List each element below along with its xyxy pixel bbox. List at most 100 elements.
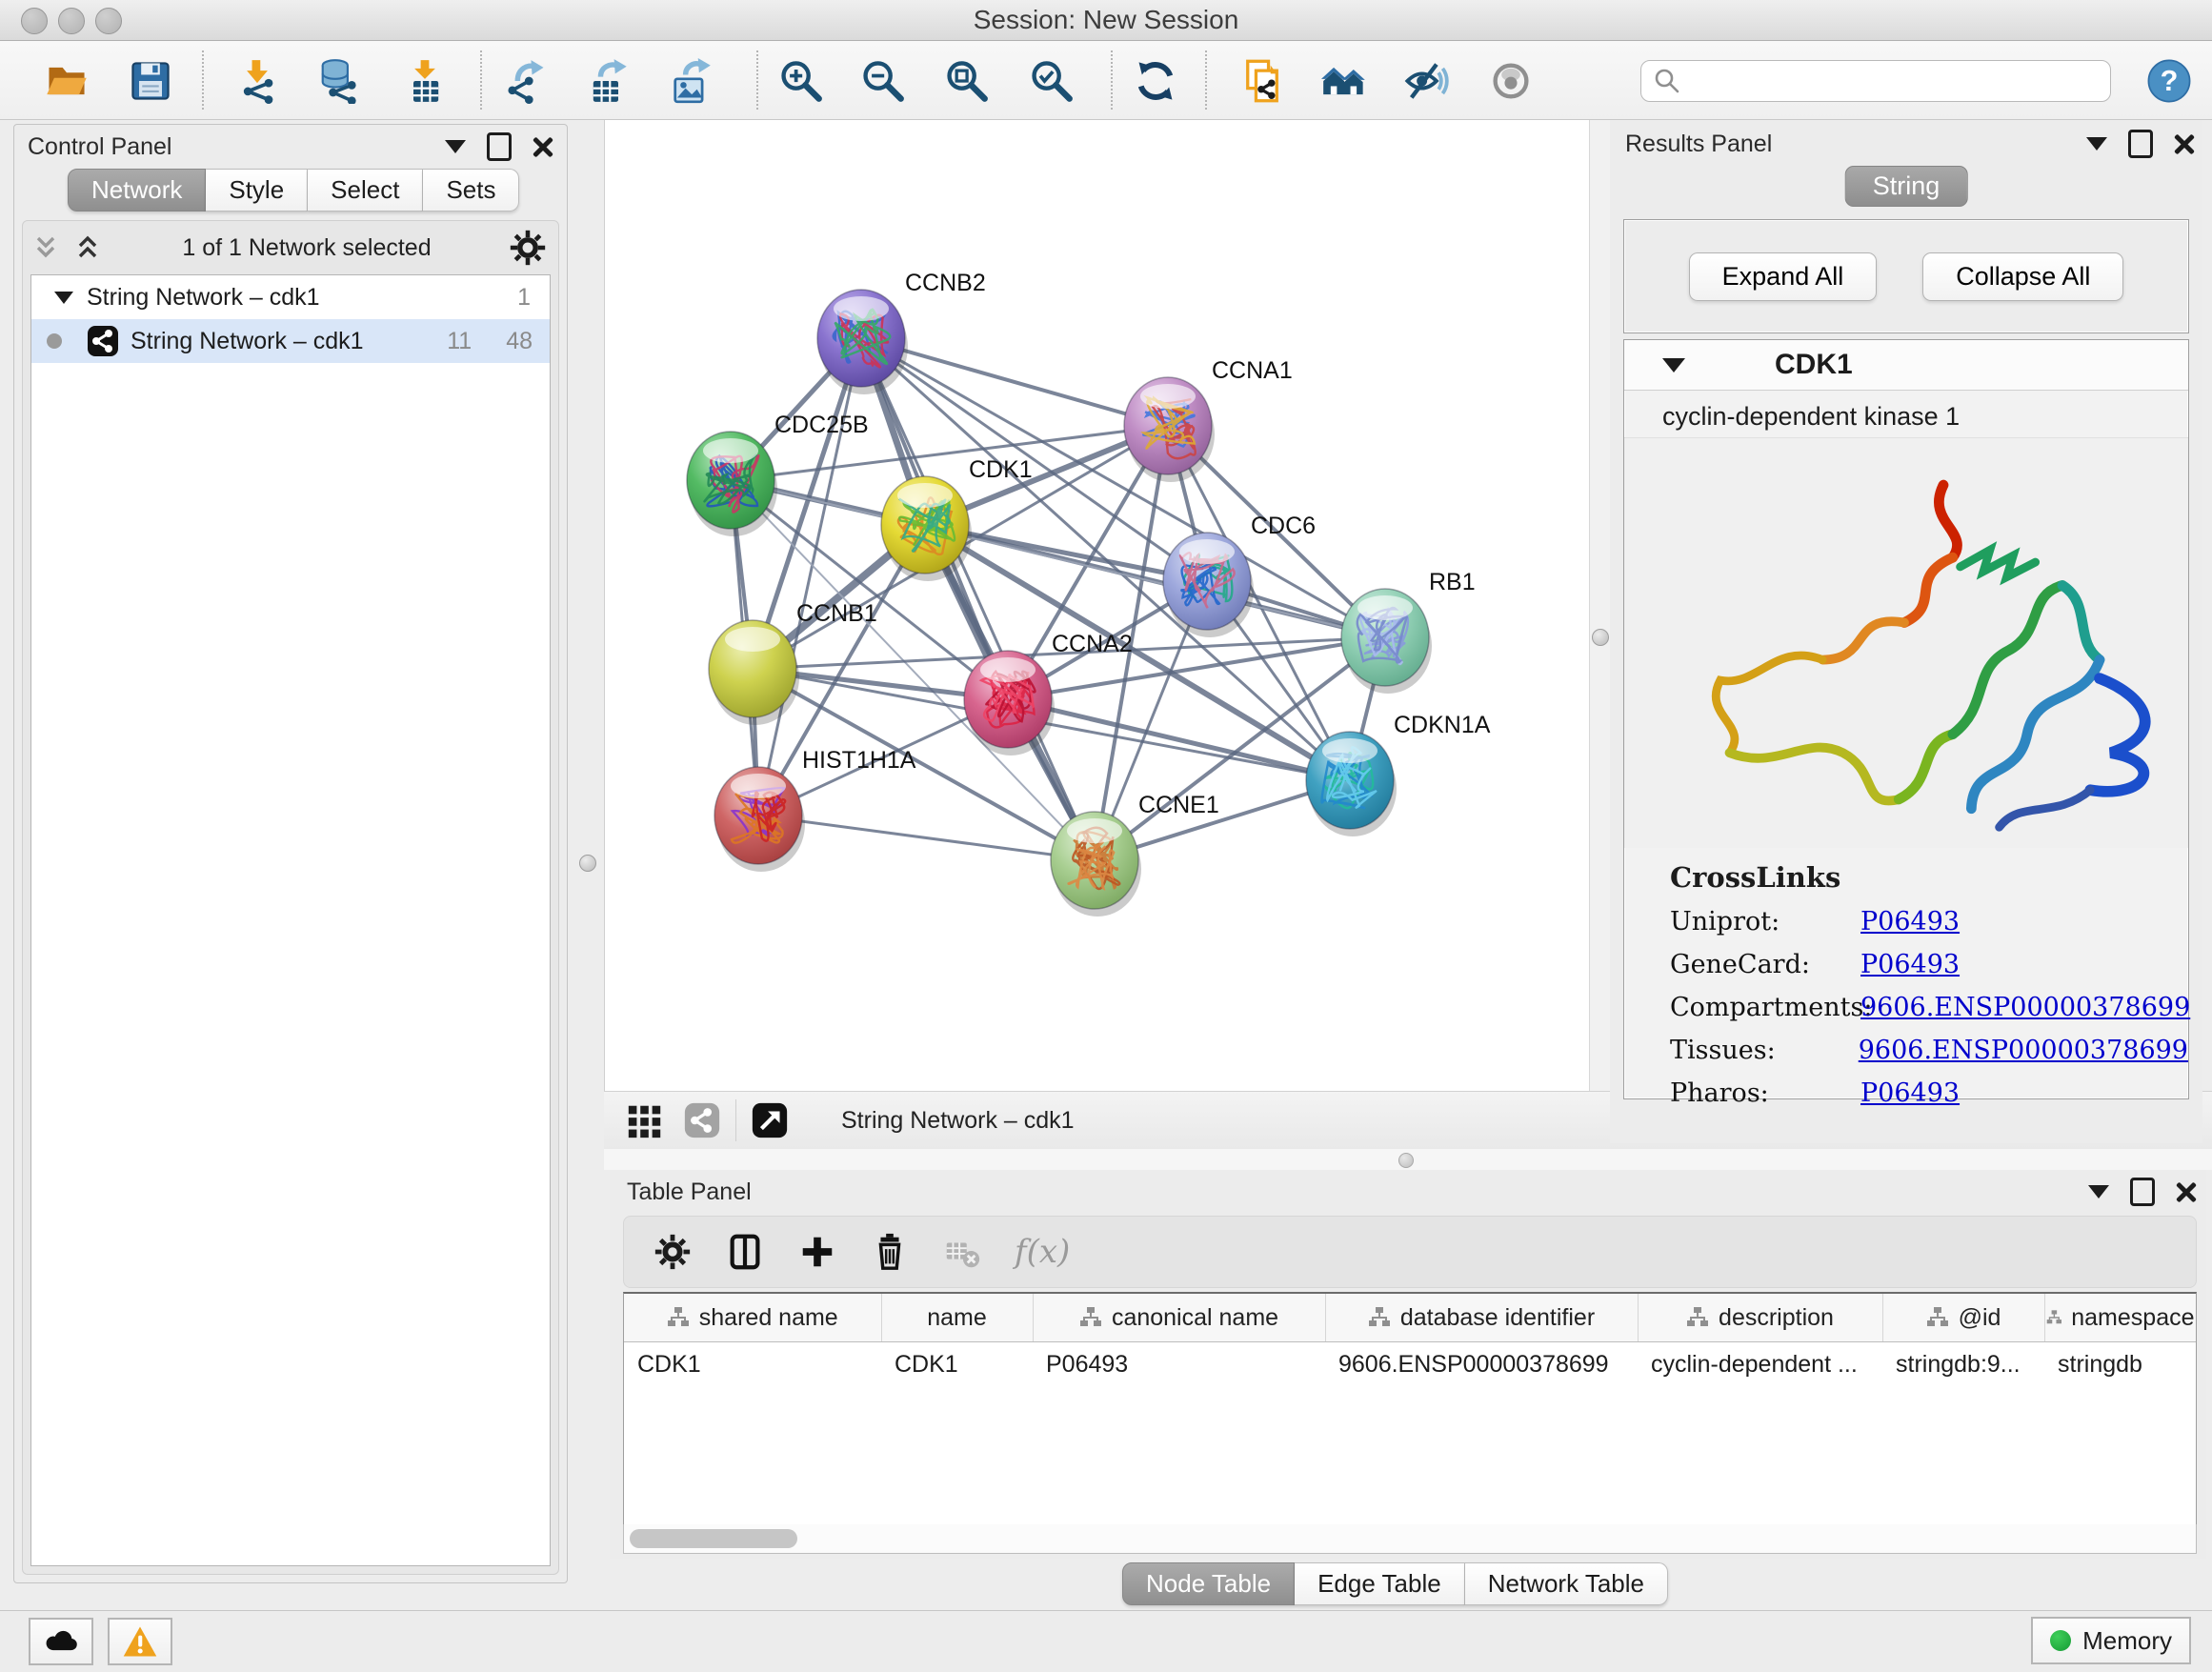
create-column-icon[interactable] [797, 1232, 837, 1272]
save-session-button[interactable] [127, 57, 174, 105]
close-panel-icon[interactable] [533, 136, 553, 157]
import-table-file-button[interactable] [401, 57, 449, 105]
splitter-handle[interactable] [1592, 629, 1609, 646]
panel-menu-icon[interactable] [2088, 1185, 2109, 1199]
splitter-handle[interactable] [1398, 1153, 1414, 1168]
float-panel-icon[interactable] [487, 132, 512, 161]
close-panel-icon[interactable] [2176, 1181, 2197, 1202]
hide-selected-button[interactable] [1402, 57, 1450, 105]
network-node-cdkn1a[interactable]: CDKN1A [1306, 712, 1491, 836]
import-network-file-button[interactable] [233, 57, 281, 105]
zoom-in-button[interactable] [776, 57, 824, 105]
network-node-rb1[interactable]: RB1 [1341, 569, 1476, 694]
crosslink-row: Compartments: 9606.ENSP00000378699 [1670, 993, 2188, 1022]
cell-shared-name: CDK1 [624, 1342, 881, 1387]
gear-icon[interactable] [509, 229, 547, 267]
network-node-hist1h1a[interactable]: HIST1H1A [714, 747, 916, 872]
cloud-status-button[interactable] [29, 1618, 93, 1665]
column-header-name[interactable]: name [881, 1294, 1033, 1342]
open-session-button[interactable] [43, 57, 90, 105]
crosslink-pharos-link[interactable]: P06493 [1860, 1078, 1960, 1108]
column-header-at-id[interactable]: @id [1882, 1294, 2044, 1342]
column-header-description[interactable]: description [1638, 1294, 1882, 1342]
network-node-cdc6[interactable]: CDC6 [1163, 513, 1316, 637]
tab-network[interactable]: Network [68, 169, 206, 212]
crosslink-uniprot-link[interactable]: P06493 [1860, 907, 1960, 937]
eye-gray-icon [1488, 58, 1534, 104]
grid-view-icon[interactable] [625, 1100, 665, 1140]
delete-column-icon[interactable] [870, 1232, 910, 1272]
tab-sets[interactable]: Sets [423, 169, 519, 212]
import-network-database-button[interactable] [313, 57, 361, 105]
tab-string[interactable]: String [1845, 166, 1968, 207]
export-image-button[interactable] [666, 57, 714, 105]
cytoscape-window: { "window": { "title": "Session: New Ses… [0, 0, 2212, 1671]
tab-network-table[interactable]: Network Table [1465, 1562, 1668, 1605]
column-header-canonical-name[interactable]: canonical name [1033, 1294, 1325, 1342]
scrollbar-thumb[interactable] [630, 1529, 797, 1548]
float-panel-icon[interactable] [2128, 130, 2153, 158]
table-hscrollbar[interactable] [623, 1524, 2197, 1554]
zoom-out-button[interactable] [858, 57, 906, 105]
column-header-shared-name[interactable]: shared name [624, 1294, 881, 1342]
tab-select[interactable]: Select [308, 169, 423, 212]
network-row[interactable]: String Network – cdk1 11 48 [31, 319, 550, 363]
collapse-section-icon[interactable] [1662, 358, 1685, 373]
network-node-ccne1[interactable]: CCNE1 [1051, 792, 1219, 917]
table-row[interactable]: CDK1 CDK1 P06493 9606.ENSP00000378699 cy… [624, 1342, 2196, 1387]
node-label-cdk1: CDK1 [969, 456, 1033, 483]
tab-style[interactable]: Style [206, 169, 308, 212]
network-tree: String Network – cdk1 1 String Network –… [30, 274, 551, 1566]
detach-view-icon[interactable] [750, 1100, 790, 1140]
column-header-database-identifier[interactable]: database identifier [1325, 1294, 1638, 1342]
tab-node-table[interactable]: Node Table [1122, 1562, 1295, 1605]
node-label-cdkn1a: CDKN1A [1394, 712, 1491, 738]
search-input[interactable] [1683, 67, 2110, 95]
first-neighbors-button[interactable] [1320, 57, 1368, 105]
sort-hierarchy-icon [667, 1306, 690, 1329]
float-panel-icon[interactable] [2130, 1178, 2155, 1206]
help-button[interactable]: ? [2145, 57, 2193, 105]
export-table-button[interactable] [583, 57, 631, 105]
network-list-icon[interactable] [682, 1100, 722, 1140]
sort-hierarchy-icon [1926, 1306, 1949, 1329]
export-network-button[interactable] [502, 57, 550, 105]
show-all-button[interactable] [1487, 57, 1535, 105]
gene-section-header[interactable]: CDK1 [1624, 340, 2188, 391]
left-splitter-handle[interactable] [579, 855, 596, 872]
network-panel-body: 1 of 1 Network selected String Network –… [22, 220, 559, 1575]
crosslink-genecard-link[interactable]: P06493 [1860, 950, 1960, 979]
crosslink-row: Pharos: P06493 [1670, 1078, 2188, 1108]
fit-content-button[interactable] [942, 57, 990, 105]
network-collection-row[interactable]: String Network – cdk1 1 [31, 275, 550, 319]
close-panel-icon[interactable] [2174, 133, 2195, 154]
refresh-view-button[interactable] [1132, 57, 1179, 105]
collapse-all-chevron-icon[interactable] [29, 231, 63, 265]
tree-expand-icon[interactable] [54, 292, 73, 304]
expand-all-button[interactable]: Expand All [1689, 252, 1878, 301]
panel-menu-icon[interactable] [2086, 137, 2107, 151]
node-label-rb1: RB1 [1429, 569, 1476, 595]
network-view[interactable]: CCNB2CCNA1CDC25BCDK1CDC6RB1CCNB1CCNA2CDK… [604, 120, 1590, 1091]
collapse-all-button[interactable]: Collapse All [1922, 252, 2123, 301]
crosslink-label: GeneCard: [1670, 950, 1860, 979]
zoom-selected-button[interactable] [1027, 57, 1075, 105]
panel-menu-icon[interactable] [445, 140, 466, 153]
warnings-button[interactable] [108, 1618, 172, 1665]
table-gear-icon[interactable] [653, 1232, 693, 1272]
clone-network-button[interactable] [1238, 57, 1286, 105]
results-splitter[interactable] [1589, 120, 1612, 1091]
network-status-dot [47, 333, 62, 349]
memory-button[interactable]: Memory [2031, 1617, 2191, 1664]
results-buttons-box: Expand All Collapse All [1623, 219, 2189, 333]
crosslink-tissues-link[interactable]: 9606.ENSP00000378699 [1859, 1036, 2188, 1065]
export-network-icon [503, 58, 549, 104]
show-columns-icon[interactable] [725, 1232, 765, 1272]
expand-all-chevron-icon[interactable] [70, 231, 105, 265]
column-header-namespace[interactable]: namespace [2044, 1294, 2196, 1342]
results-sections-box: CDK1 cyclin-dependent kinase 1 [1623, 339, 2189, 1099]
crosslink-compartments-link[interactable]: 9606.ENSP00000378699 [1860, 993, 2190, 1022]
toolbar-separator [480, 50, 482, 110]
protein-structure-image [1624, 438, 2188, 848]
tab-edge-table[interactable]: Edge Table [1295, 1562, 1465, 1605]
